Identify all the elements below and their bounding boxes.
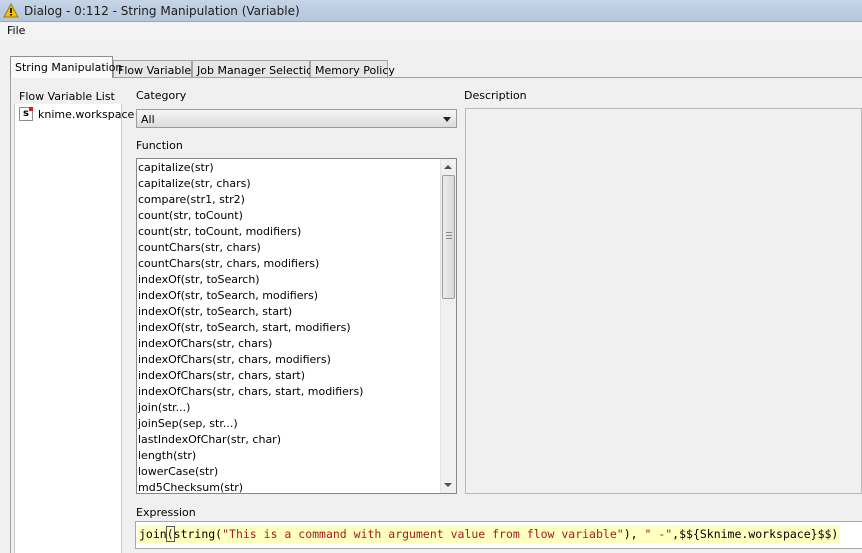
expression-token: ), bbox=[623, 527, 645, 541]
flow-variable-list[interactable]: s knime.workspace bbox=[14, 104, 134, 553]
function-item[interactable]: lastIndexOfChar(str, char) bbox=[138, 432, 363, 448]
function-item[interactable]: joinSep(sep, str...) bbox=[138, 416, 363, 432]
function-list-scrollbar[interactable] bbox=[440, 159, 456, 493]
function-item[interactable]: count(str, toCount, modifiers) bbox=[138, 224, 363, 240]
function-item[interactable]: indexOf(str, toSearch, modifiers) bbox=[138, 288, 363, 304]
scroll-up-icon[interactable] bbox=[444, 165, 452, 169]
function-item[interactable]: indexOfChars(str, chars) bbox=[138, 336, 363, 352]
matched-paren: ( bbox=[165, 526, 175, 542]
function-item[interactable]: join(str...) bbox=[138, 400, 363, 416]
function-item[interactable]: count(str, toCount) bbox=[138, 208, 363, 224]
tab-memory-policy[interactable]: Memory Policy bbox=[310, 60, 395, 77]
title-bar: Dialog - 0:112 - String Manipulation (Va… bbox=[0, 0, 862, 22]
flow-variable-list-heading: Flow Variable List bbox=[19, 90, 115, 103]
function-item[interactable]: md5Checksum(str) bbox=[138, 480, 363, 493]
string-variable-icon: s bbox=[19, 107, 33, 121]
expression-label: Expression bbox=[136, 506, 196, 519]
function-item[interactable]: indexOfChars(str, chars, start) bbox=[138, 368, 363, 384]
menu-bar: File bbox=[0, 22, 862, 40]
function-item[interactable]: length(str) bbox=[138, 448, 363, 464]
category-dropdown[interactable]: All bbox=[136, 109, 457, 128]
function-label: Function bbox=[136, 139, 183, 152]
flow-variable-name: knime.workspace bbox=[38, 108, 135, 121]
menu-file[interactable]: File bbox=[5, 24, 27, 37]
expression-token: string( bbox=[173, 527, 223, 541]
tab-flow-variables[interactable]: Flow Variables bbox=[113, 60, 197, 77]
function-item[interactable]: indexOf(str, toSearch, start) bbox=[138, 304, 363, 320]
function-item[interactable]: indexOfChars(str, chars, modifiers) bbox=[138, 352, 363, 368]
tab-string-manipulation[interactable]: String Manipulation bbox=[10, 56, 122, 78]
function-item[interactable]: indexOf(str, toSearch, start, modifiers) bbox=[138, 320, 363, 336]
scroll-down-icon[interactable] bbox=[444, 483, 452, 487]
function-list[interactable]: capitalize(str) capitalize(str, chars) com… bbox=[136, 158, 457, 494]
expression-code-line: join(string("This is a command with argu… bbox=[137, 525, 841, 543]
function-item[interactable]: countChars(str, chars, modifiers) bbox=[138, 256, 363, 272]
description-panel bbox=[465, 108, 862, 494]
chevron-down-icon bbox=[443, 117, 451, 122]
function-items: capitalize(str) capitalize(str, chars) com… bbox=[138, 160, 363, 493]
scrollbar-thumb[interactable] bbox=[442, 175, 455, 299]
category-selected-value: All bbox=[141, 113, 155, 126]
tab-job-manager-selection[interactable]: Job Manager Selection bbox=[192, 60, 320, 77]
window-title: Dialog - 0:112 - String Manipulation (Va… bbox=[24, 4, 300, 18]
description-label: Description bbox=[464, 89, 527, 102]
expression-token: ,$${Sknime.workspace}$$) bbox=[672, 527, 839, 541]
function-item[interactable]: capitalize(str, chars) bbox=[138, 176, 363, 192]
expression-editor[interactable]: join(string("This is a command with argu… bbox=[135, 521, 862, 549]
function-item[interactable]: countChars(str, chars) bbox=[138, 240, 363, 256]
warning-icon bbox=[3, 3, 19, 18]
expression-string-literal: " -" bbox=[644, 527, 673, 541]
category-label: Category bbox=[136, 89, 187, 102]
expression-token: join bbox=[139, 527, 167, 541]
function-item[interactable]: indexOfChars(str, chars, start, modifier… bbox=[138, 384, 363, 400]
expression-string-literal: "This is a command with argument value f… bbox=[222, 527, 624, 541]
function-item[interactable]: indexOf(str, toSearch) bbox=[138, 272, 363, 288]
grip-icon bbox=[446, 232, 452, 239]
function-item[interactable]: capitalize(str) bbox=[138, 160, 363, 176]
function-item[interactable]: compare(str1, str2) bbox=[138, 192, 363, 208]
function-item[interactable]: lowerCase(str) bbox=[138, 464, 363, 480]
variable-marker bbox=[29, 107, 33, 111]
